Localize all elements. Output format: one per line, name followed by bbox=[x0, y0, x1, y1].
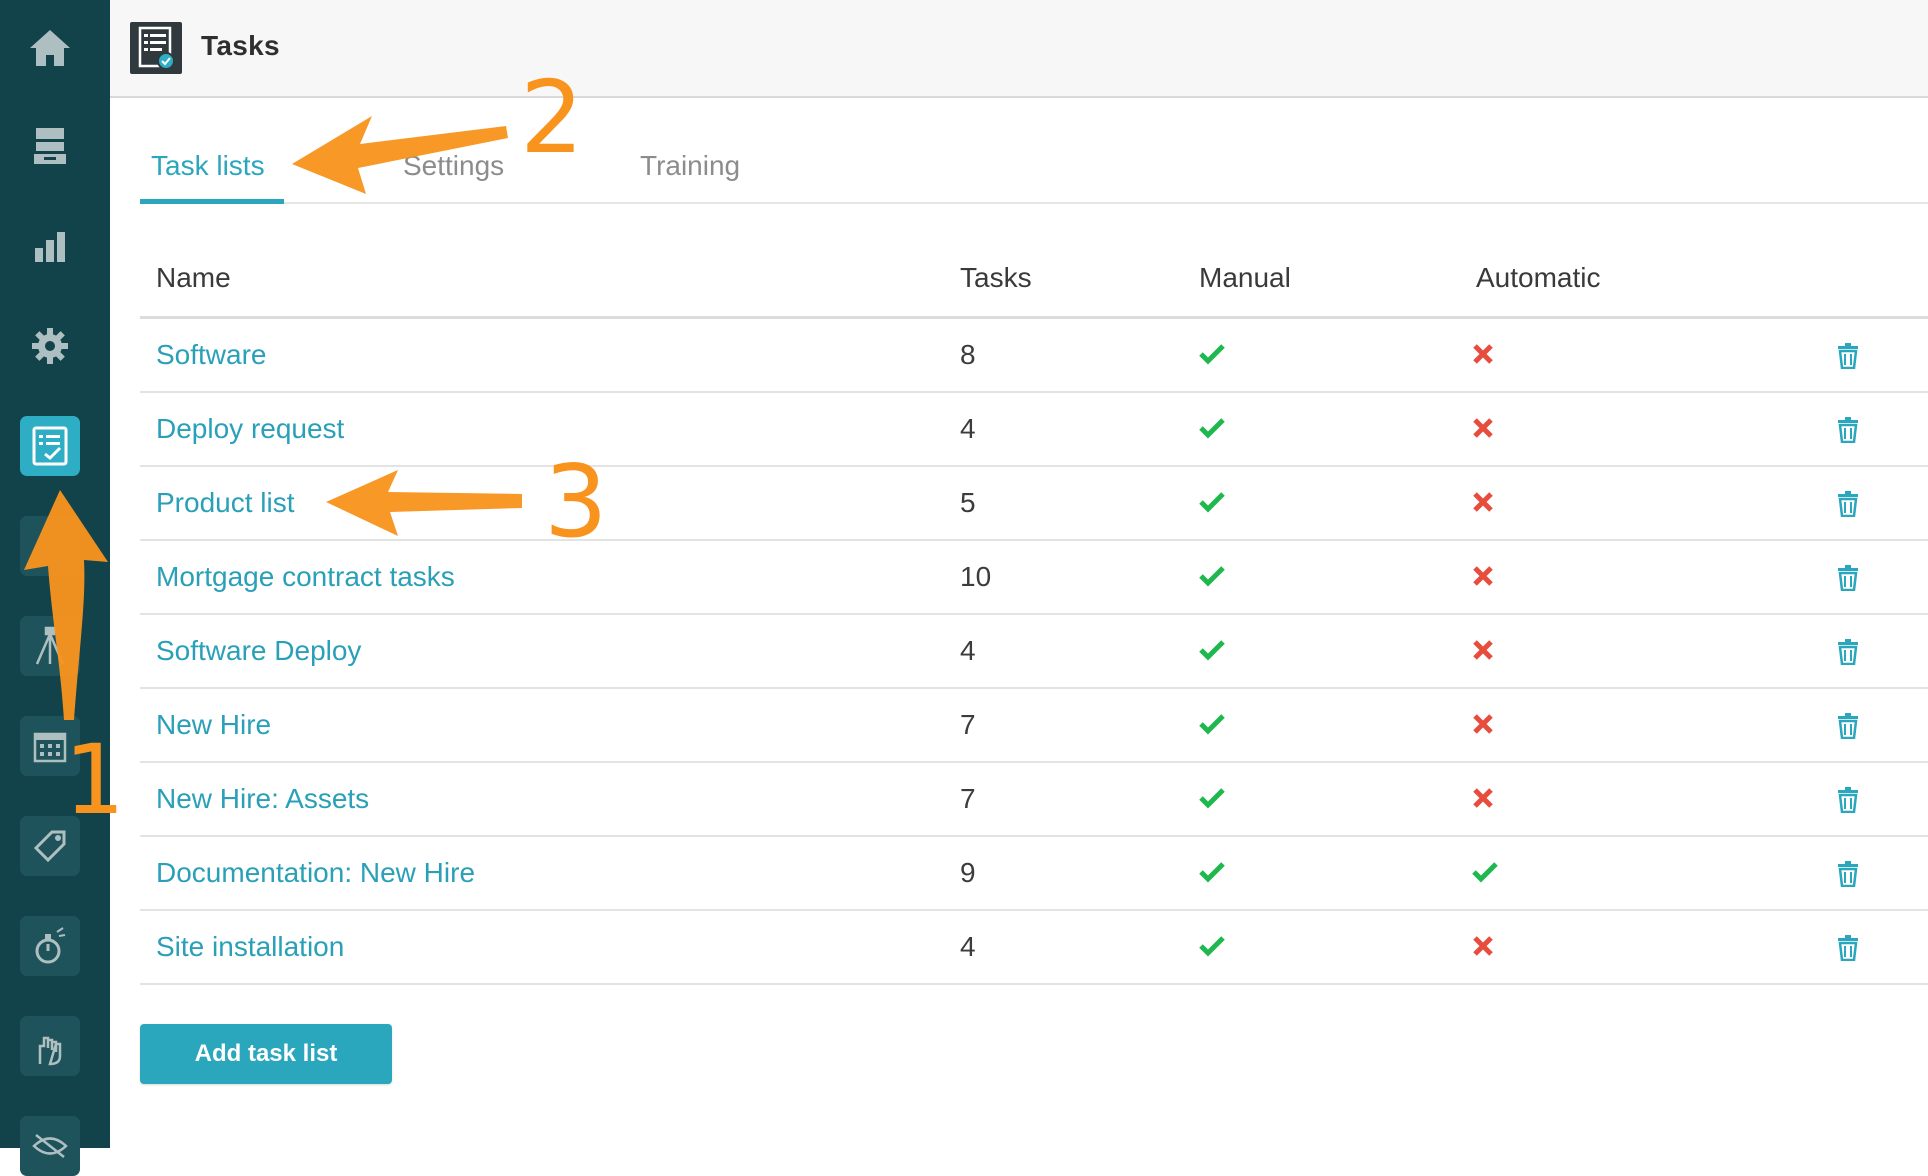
annotation-number-1: 1 bbox=[64, 724, 126, 836]
app-icon bbox=[130, 22, 182, 74]
table-row: Documentation: New Hire 9 bbox=[140, 837, 1928, 911]
calendar-icon bbox=[33, 732, 67, 763]
cross-icon bbox=[1472, 787, 1494, 814]
task-list-name-link[interactable]: Software bbox=[156, 339, 267, 371]
task-count: 7 bbox=[960, 783, 976, 814]
bar-chart-icon bbox=[35, 232, 65, 262]
nav-item-6[interactable] bbox=[20, 516, 80, 576]
table-row: Mortgage contract tasks 10 bbox=[140, 541, 1928, 615]
header: Tasks bbox=[110, 0, 1928, 98]
tab-bar: Task lists Settings Training bbox=[140, 140, 1928, 204]
task-checklist-icon bbox=[32, 426, 68, 466]
table-row: Site installation 4 bbox=[140, 911, 1928, 985]
nav-timer[interactable] bbox=[20, 916, 80, 976]
task-count: 9 bbox=[960, 857, 976, 888]
check-icon bbox=[1199, 713, 1225, 740]
nav-tripod[interactable] bbox=[20, 616, 80, 676]
task-count: 4 bbox=[960, 413, 976, 444]
task-list-name-link[interactable]: Deploy request bbox=[156, 413, 344, 445]
task-count: 4 bbox=[960, 931, 976, 962]
check-icon bbox=[1199, 935, 1225, 962]
nav-tasks[interactable] bbox=[20, 416, 80, 476]
table-row: Deploy request 4 bbox=[140, 393, 1928, 467]
check-icon bbox=[1199, 565, 1225, 592]
trash-icon[interactable] bbox=[1836, 861, 1860, 892]
header-manual[interactable]: Manual bbox=[1199, 262, 1291, 294]
header-automatic[interactable]: Automatic bbox=[1476, 262, 1601, 294]
nav-settings[interactable] bbox=[20, 316, 80, 376]
tab-training[interactable]: Training bbox=[640, 150, 740, 182]
trash-icon[interactable] bbox=[1836, 343, 1860, 374]
task-list-name-link[interactable]: Software Deploy bbox=[156, 635, 361, 667]
stopwatch-icon bbox=[35, 927, 66, 964]
gear-icon bbox=[32, 328, 68, 364]
cross-icon bbox=[1472, 565, 1494, 592]
task-list-name-link[interactable]: Product list bbox=[156, 487, 295, 519]
task-count: 4 bbox=[960, 635, 976, 666]
trash-icon[interactable] bbox=[1836, 417, 1860, 448]
table-row: Software 8 bbox=[140, 319, 1928, 393]
task-count: 8 bbox=[960, 339, 976, 370]
trash-icon[interactable] bbox=[1836, 787, 1860, 818]
table-row: Software Deploy 4 bbox=[140, 615, 1928, 689]
trash-icon[interactable] bbox=[1836, 491, 1860, 522]
trash-icon[interactable] bbox=[1836, 935, 1860, 966]
task-count: 7 bbox=[960, 709, 976, 740]
annotation-number-3: 3 bbox=[544, 443, 608, 560]
table-header: Name Tasks Manual Automatic bbox=[140, 240, 1928, 319]
task-list-name-link[interactable]: New Hire: Assets bbox=[156, 783, 369, 815]
check-icon bbox=[1199, 417, 1225, 444]
cross-icon bbox=[1472, 343, 1494, 370]
nav-hand[interactable] bbox=[20, 1016, 80, 1076]
tab-task-lists[interactable]: Task lists bbox=[151, 150, 265, 182]
nav-reports[interactable] bbox=[20, 216, 80, 276]
check-icon bbox=[1199, 343, 1225, 370]
task-list-name-link[interactable]: New Hire bbox=[156, 709, 271, 741]
add-task-list-button[interactable]: Add task list bbox=[140, 1024, 392, 1084]
home-icon bbox=[30, 30, 70, 66]
page-title: Tasks bbox=[201, 30, 280, 61]
table-row: New Hire: Assets 7 bbox=[140, 763, 1928, 837]
hand-icon bbox=[38, 1036, 62, 1066]
task-count: 5 bbox=[960, 487, 976, 518]
check-icon bbox=[1199, 787, 1225, 814]
header-tasks[interactable]: Tasks bbox=[960, 262, 1032, 294]
check-icon bbox=[1199, 861, 1225, 888]
table-row: New Hire 7 bbox=[140, 689, 1928, 763]
table-row: Product list 5 bbox=[140, 467, 1928, 541]
check-icon bbox=[1472, 861, 1498, 888]
trash-icon[interactable] bbox=[1836, 713, 1860, 744]
task-lists-table: Name Tasks Manual Automatic Software 8 Dep… bbox=[140, 240, 1928, 985]
nav-home[interactable] bbox=[20, 18, 80, 78]
task-count: 10 bbox=[960, 561, 992, 592]
tab-settings[interactable]: Settings bbox=[403, 150, 504, 182]
cross-icon bbox=[1472, 417, 1494, 444]
task-list-name-link[interactable]: Documentation: New Hire bbox=[156, 857, 475, 889]
cross-icon bbox=[1472, 639, 1494, 666]
cross-icon bbox=[1472, 935, 1494, 962]
task-checklist-icon bbox=[138, 26, 175, 70]
nav-inbox[interactable] bbox=[20, 116, 80, 176]
sidebar bbox=[0, 0, 110, 1176]
check-icon bbox=[1199, 491, 1225, 518]
check-icon bbox=[1199, 639, 1225, 666]
cross-icon bbox=[1472, 713, 1494, 740]
task-list-name-link[interactable]: Mortgage contract tasks bbox=[156, 561, 455, 593]
cross-icon bbox=[1472, 491, 1494, 518]
trash-icon[interactable] bbox=[1836, 639, 1860, 670]
active-tab-indicator bbox=[140, 199, 284, 204]
eye-slash-icon bbox=[32, 1134, 68, 1158]
nav-hidden[interactable] bbox=[20, 1116, 80, 1176]
trash-icon[interactable] bbox=[1836, 565, 1860, 596]
header-name[interactable]: Name bbox=[156, 262, 231, 294]
task-list-name-link[interactable]: Site installation bbox=[156, 931, 344, 963]
table-body: Software 8 Deploy request 4 Product list 5 Mor… bbox=[140, 319, 1928, 985]
tripod-icon bbox=[35, 626, 65, 665]
inbox-tray-icon bbox=[34, 128, 66, 164]
annotation-number-2: 2 bbox=[520, 59, 584, 176]
